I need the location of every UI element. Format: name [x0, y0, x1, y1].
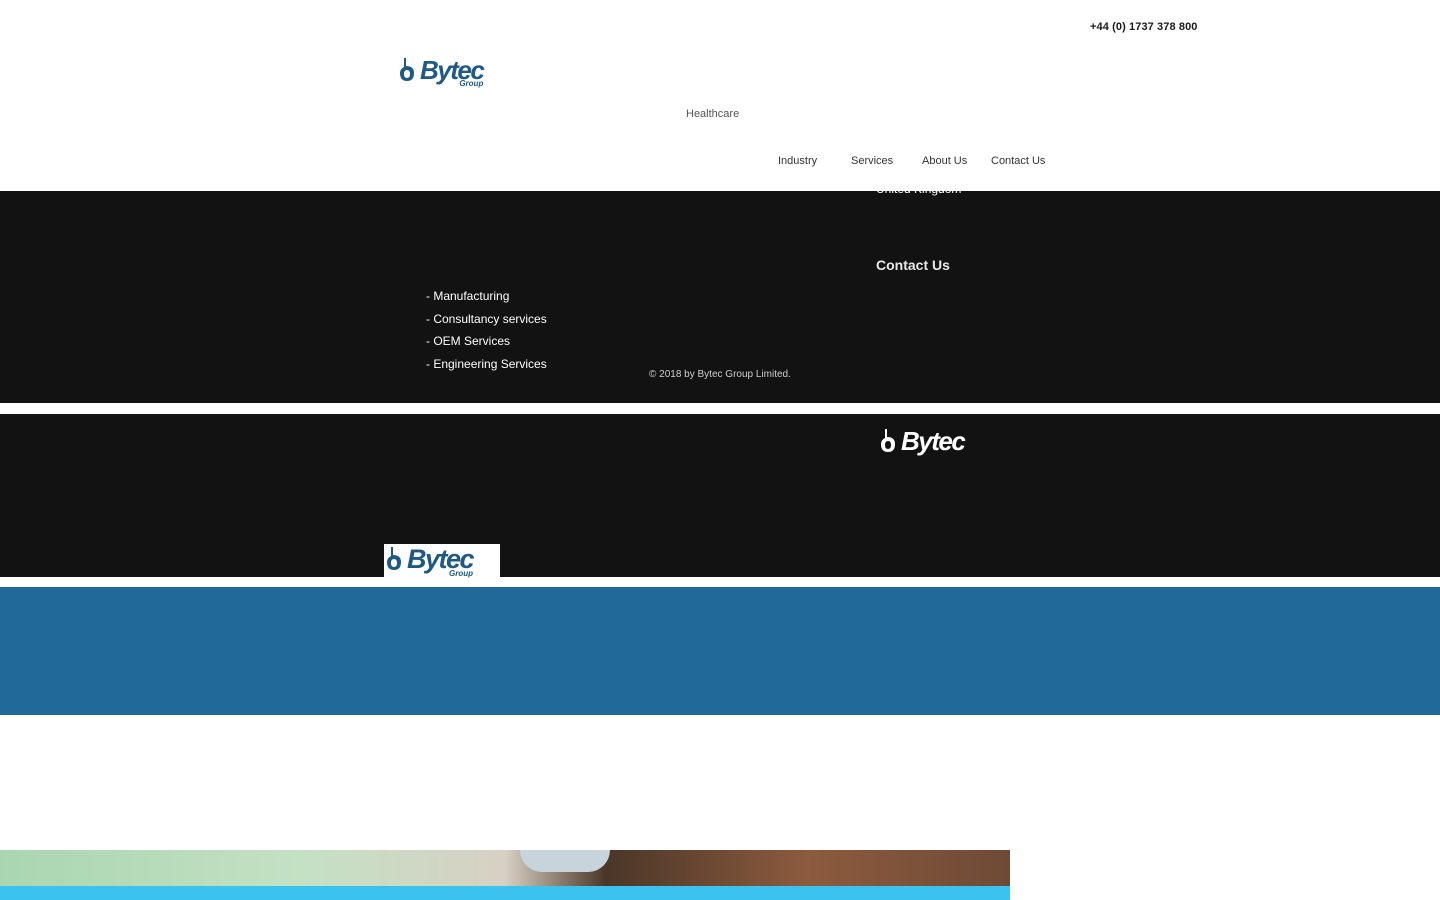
bytec-mark-icon	[881, 429, 895, 452]
logo-wordmark: Bytec	[901, 426, 966, 456]
nav-contact-us[interactable]: Contact Us	[991, 155, 1045, 167]
header-logo[interactable]: Bytec Group	[398, 57, 485, 88]
footer-band-secondary	[0, 414, 1440, 577]
nav-services[interactable]: Services	[851, 155, 893, 167]
contact-heading: Contact Us	[876, 257, 950, 273]
hero-accent-bar	[0, 886, 1010, 900]
copyright-text: © 2018 by Bytec Group Limited.	[649, 369, 791, 380]
nav-industry[interactable]: Industry	[778, 155, 817, 167]
hero-image-detail	[520, 850, 610, 872]
address-line: United Kingdom	[876, 182, 962, 196]
bytec-mark-icon	[400, 58, 414, 81]
services-list: - Manufacturing - Consultancy services -…	[426, 285, 547, 375]
footer-white-logo[interactable]: Bytec	[879, 426, 966, 456]
nav-about-us[interactable]: About Us	[922, 155, 967, 167]
bytec-mark-icon	[387, 547, 401, 570]
phone-number[interactable]: +44 (0) 1737 378 800	[1090, 21, 1198, 33]
blue-banner	[0, 587, 1440, 715]
service-item[interactable]: - OEM Services	[426, 330, 547, 353]
hero-image	[0, 850, 1010, 900]
service-item[interactable]: - Manufacturing	[426, 285, 547, 308]
nav-healthcare[interactable]: Healthcare	[686, 108, 739, 120]
footer-blue-logo[interactable]: Bytec Group	[384, 544, 500, 578]
service-item[interactable]: - Consultancy services	[426, 308, 547, 331]
service-item[interactable]: - Engineering Services	[426, 353, 547, 376]
